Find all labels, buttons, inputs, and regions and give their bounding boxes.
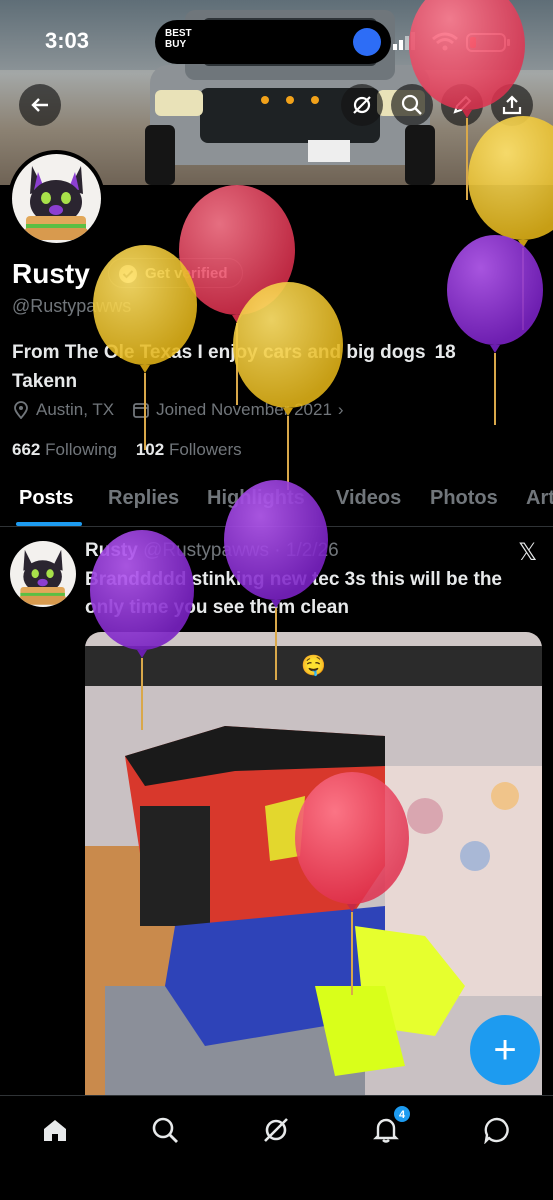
grok-button[interactable] [341, 84, 383, 126]
avatar-image [12, 154, 101, 243]
tab-replies[interactable]: Replies [108, 487, 179, 510]
tab-posts[interactable]: Posts [19, 487, 73, 510]
signal-icon [393, 32, 415, 50]
best-buy-logo: BEST BUY [165, 28, 192, 50]
back-button[interactable] [19, 84, 61, 126]
share-icon [502, 95, 522, 115]
compose-button[interactable]: + [470, 1015, 540, 1085]
edit-button[interactable] [441, 84, 483, 126]
battery-icon [466, 33, 510, 52]
home-icon [44, 1120, 66, 1141]
profile-avatar[interactable] [8, 150, 105, 247]
joined-text: Joined November 2021 [156, 400, 332, 419]
followers-link[interactable]: 102 Followers [136, 440, 242, 459]
location-icon [14, 401, 28, 419]
get-verified-button[interactable]: Get verified [108, 258, 243, 288]
plus-icon: + [493, 1027, 517, 1072]
tab-videos[interactable]: Videos [336, 487, 401, 510]
profile-name: Rusty [12, 258, 90, 289]
search-icon [152, 1117, 178, 1143]
tab-photos[interactable]: Photos [430, 487, 498, 510]
balloon-purple-right [447, 235, 543, 425]
verified-badge-icon [119, 265, 137, 283]
profile-tabs: Posts Replies Highlights Videos Photos A… [0, 475, 553, 527]
location-text: Austin, TX [36, 400, 115, 419]
back-arrow-icon [31, 98, 48, 112]
search-button[interactable] [391, 84, 433, 126]
nav-home[interactable] [35, 1110, 75, 1150]
profile-handle: @Rustypawws [12, 296, 132, 316]
status-time: 3:03 [45, 28, 90, 53]
followers-count: 102 [135, 440, 165, 459]
post-author[interactable]: Rusty [85, 540, 138, 561]
following-label: Following [45, 440, 117, 459]
follow-counts: 662 Following 102 Followers [12, 440, 242, 460]
nav-search[interactable] [145, 1110, 185, 1150]
chevron-right-icon[interactable]: › [338, 400, 344, 420]
post-avatar[interactable] [10, 541, 76, 607]
calendar-icon [133, 403, 150, 418]
status-icons [393, 32, 510, 52]
post-handle-date: @Rustypawws · 1/2/26 [143, 540, 339, 561]
post-avatar-image [10, 541, 76, 607]
grok-icon [264, 1118, 288, 1142]
following-count: 662 [12, 440, 41, 459]
post-media[interactable]: 🤤 [85, 632, 542, 1102]
x-logo-icon: 𝕏 [518, 539, 538, 566]
post-header: Rusty @Rustypawws · 1/2/26 [85, 540, 339, 562]
tab-articles[interactable]: Articles [526, 487, 553, 510]
active-tab-indicator [16, 522, 82, 526]
search-icon [401, 94, 422, 115]
bio-line-2: Takenn [12, 371, 78, 392]
tab-highlights[interactable]: Highlights [207, 487, 305, 510]
share-button[interactable] [491, 84, 533, 126]
nav-messages[interactable] [477, 1110, 517, 1150]
messages-icon [484, 1117, 509, 1144]
app-icon [353, 28, 381, 56]
bottom-navigation [0, 1095, 553, 1200]
followers-label: Followers [168, 440, 242, 459]
wifi-icon [432, 32, 458, 51]
media-caption: 🤤 [85, 646, 542, 686]
post-text: Branddddd stinking new tec 3s this will … [85, 569, 502, 618]
profile-meta: Austin, TX Joined November 2021 › [12, 400, 344, 420]
bio-line-1: From The Ole Texas I enjoy cars and big … [12, 342, 456, 363]
nav-grok[interactable] [256, 1110, 296, 1150]
dynamic-island: BEST BUY [155, 20, 391, 64]
profile-bio: From The Ole Texas I enjoy cars and big … [12, 338, 532, 396]
edit-icon [453, 95, 472, 114]
following-link[interactable]: 662 Following [12, 440, 117, 459]
grok-icon [353, 96, 371, 114]
get-verified-label: Get verified [145, 264, 228, 282]
notification-badge: 4 [393, 1105, 411, 1123]
